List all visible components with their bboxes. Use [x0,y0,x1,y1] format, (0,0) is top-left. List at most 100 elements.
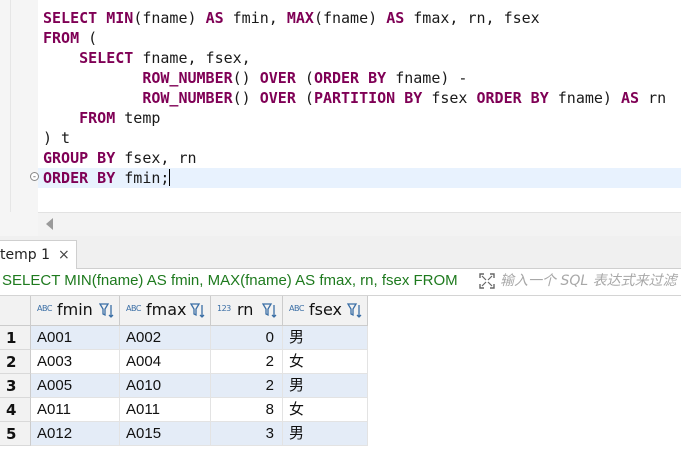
number-type-icon: 123 [217,304,231,313]
sql-keyword: AS [621,89,640,107]
cell-fmin[interactable]: A003 [31,350,120,374]
code-line[interactable]: FROM temp [43,108,666,128]
sql-keyword: MIN [106,9,134,27]
cell-fsex[interactable]: 男 [283,422,368,446]
filter-sort-icon[interactable] [347,302,363,320]
cell-rn[interactable]: 2 [211,374,283,398]
expand-icon[interactable] [478,272,496,290]
cell-fsex[interactable]: 男 [283,326,368,350]
sql-keyword: ORDER BY [476,89,549,107]
sql-keyword: MAX [286,9,314,27]
column-name: fmax [146,300,187,319]
cell-fmax[interactable]: A004 [120,350,211,374]
fold-marker-icon[interactable]: - [30,172,39,182]
row-number[interactable]: 2 [0,350,31,374]
cell-rn[interactable]: 0 [211,326,283,350]
sql-text: rn [639,89,667,107]
gutter-divider [10,0,11,212]
sql-code[interactable]: SELECT MIN(fname) AS fmin, MAX(fname) AS… [43,8,666,188]
sql-keyword: FROM [79,109,116,127]
text-type-icon: ABC [289,304,304,313]
sql-keyword: OVER [259,89,296,107]
column-header-fmax[interactable]: ABC fmax [120,296,211,326]
sql-text: fname, fsex, [133,49,251,67]
filter-sort-icon[interactable] [99,302,115,320]
sql-keyword: ROW_NUMBER [142,69,233,87]
row-number[interactable]: 4 [0,398,31,422]
column-name: fmin [57,300,93,319]
code-line[interactable]: SELECT MIN(fname) AS fmin, MAX(fname) AS… [43,8,666,28]
code-line[interactable]: FROM ( [43,28,666,48]
cell-rn[interactable]: 2 [211,350,283,374]
column-name: rn [237,300,254,319]
sql-text: (fname) [313,9,387,27]
column-header-fmin[interactable]: ABC fmin [31,296,120,326]
sql-text: fsex, rn [115,149,197,167]
row-number[interactable]: 1 [0,326,31,350]
row-number-header [0,296,31,326]
filter-sort-icon[interactable] [262,302,278,320]
filter-input[interactable] [500,270,681,292]
cell-fmin[interactable]: A001 [31,326,120,350]
horizontal-scrollbar[interactable] [38,212,681,237]
sql-keyword: ROW_NUMBER [142,89,233,107]
column-header-fsex[interactable]: ABC fsex [283,296,368,326]
cell-rn[interactable]: 8 [211,398,283,422]
cell-fmax[interactable]: A010 [120,374,211,398]
cell-fmin[interactable]: A012 [31,422,120,446]
code-line[interactable]: GROUP BY fsex, rn [43,148,666,168]
cell-fsex[interactable]: 女 [283,350,368,374]
sql-keyword: FROM [43,29,80,47]
sql-text: fsex [422,89,477,107]
column-name: fsex [309,300,342,319]
sql-text: fmax, rn, fsex [404,9,540,27]
sql-text: (fname) [133,9,206,27]
cell-fmin[interactable]: A011 [31,398,120,422]
sql-keyword: OVER [259,69,296,87]
code-line[interactable]: ) t [43,128,666,148]
sql-text: fname) - [386,69,468,87]
scroll-left-icon[interactable] [46,218,53,230]
code-line[interactable]: ROW_NUMBER() OVER (PARTITION BY fsex ORD… [43,88,666,108]
filter-sort-icon[interactable] [190,302,206,320]
sql-text: () [232,69,260,87]
sql-keyword: SELECT [43,9,98,27]
cell-fmax[interactable]: A011 [120,398,211,422]
sql-keyword: AS [205,9,224,27]
cell-fsex[interactable]: 女 [283,398,368,422]
editor-gutter-bottom [0,212,38,236]
cell-fmin[interactable]: A005 [31,374,120,398]
cell-fsex[interactable]: 男 [283,374,368,398]
column-header-rn[interactable]: 123 rn [211,296,283,326]
sql-keyword: GROUP BY [43,149,116,167]
code-line[interactable]: ORDER BY fmin; [43,168,666,188]
sql-editor[interactable]: - SELECT MIN(fname) AS fmin, MAX(fname) … [0,0,681,212]
sql-keyword: ORDER BY [313,69,387,87]
cell-rn[interactable]: 3 [211,422,283,446]
close-icon[interactable]: × [58,241,70,269]
sql-keyword: PARTITION BY [313,89,423,107]
cell-fmax[interactable]: A015 [120,422,211,446]
sql-text: fmin; [115,169,170,187]
sql-text: ( [295,69,314,87]
row-number[interactable]: 3 [0,374,31,398]
sql-text: fmin, [223,9,287,27]
results-grid[interactable]: ABC fmin ABC fmax 123 rn ABC fsex 1 A001 A… [0,296,681,450]
sql-text: () [232,89,260,107]
tab-temp-1[interactable]: temp 1 × [0,240,77,269]
code-line[interactable]: SELECT fname, fsex, [43,48,666,68]
sql-text: ( [79,29,98,47]
sql-text: fname) [548,89,621,107]
text-type-icon: ABC [37,304,52,313]
cell-fmax[interactable]: A002 [120,326,211,350]
row-number[interactable]: 5 [0,422,31,446]
sql-text: ) t [43,129,71,147]
sql-keyword: ORDER BY [43,169,116,187]
query-text: SELECT MIN(fname) AS fmin, MAX(fname) AS… [2,272,458,289]
code-line[interactable]: ROW_NUMBER() OVER (ORDER BY fname) - [43,68,666,88]
